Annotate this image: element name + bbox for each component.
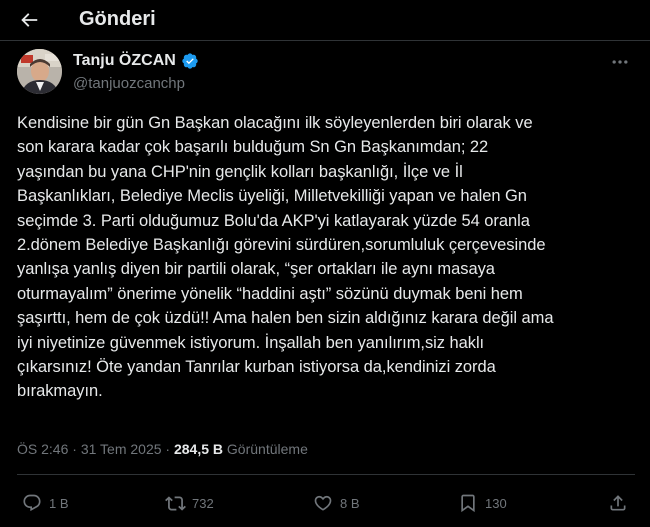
more-options-button[interactable] [606,52,634,72]
avatar[interactable] [17,49,62,94]
heart-icon [312,492,334,514]
like-button[interactable]: 8 B [312,488,360,518]
verified-badge-icon [181,52,199,70]
top-bar: Gönderi [0,0,650,40]
tweet-text: Kendisine bir gün Gn Başkan olacağını il… [17,114,554,401]
author-name-text: Tanju ÖZCAN [73,52,176,69]
bookmark-button[interactable]: 130 [457,488,507,518]
avatar-photo [17,49,62,94]
meta-separator-2: · [161,441,174,457]
views-label: Görüntüleme [226,441,308,457]
share-icon [607,492,629,514]
repost-icon [164,492,186,514]
action-bar: 1 B 732 8 B 130 [0,488,650,518]
meta-separator: · [68,441,81,457]
reply-count: 1 B [49,495,69,511]
tweet-meta: ÖS 2:46 · 31 Tem 2025 · 284,5 B Görüntül… [17,440,308,458]
repost-button[interactable]: 732 [164,488,214,518]
reply-button[interactable]: 1 B [21,488,69,518]
more-horizontal-icon [612,60,628,64]
author-name[interactable]: Tanju ÖZCAN [73,51,199,71]
arrow-left-icon [21,13,38,27]
views-count: 284,5 B [173,441,224,457]
bookmark-count: 130 [485,495,507,511]
tweet-date[interactable]: 31 Tem 2025 [81,441,162,457]
author-handle[interactable]: @tanjuozcanchp [73,75,185,93]
back-button[interactable] [14,6,44,34]
header-divider [0,40,650,41]
page-title: Gönderi [79,8,156,30]
actions-divider [17,474,635,475]
bookmark-icon [457,492,479,514]
repost-count: 732 [192,495,214,511]
share-button[interactable] [607,488,629,518]
tweet-time[interactable]: ÖS 2:46 [17,441,68,457]
like-count: 8 B [340,495,360,511]
reply-icon [21,492,43,514]
